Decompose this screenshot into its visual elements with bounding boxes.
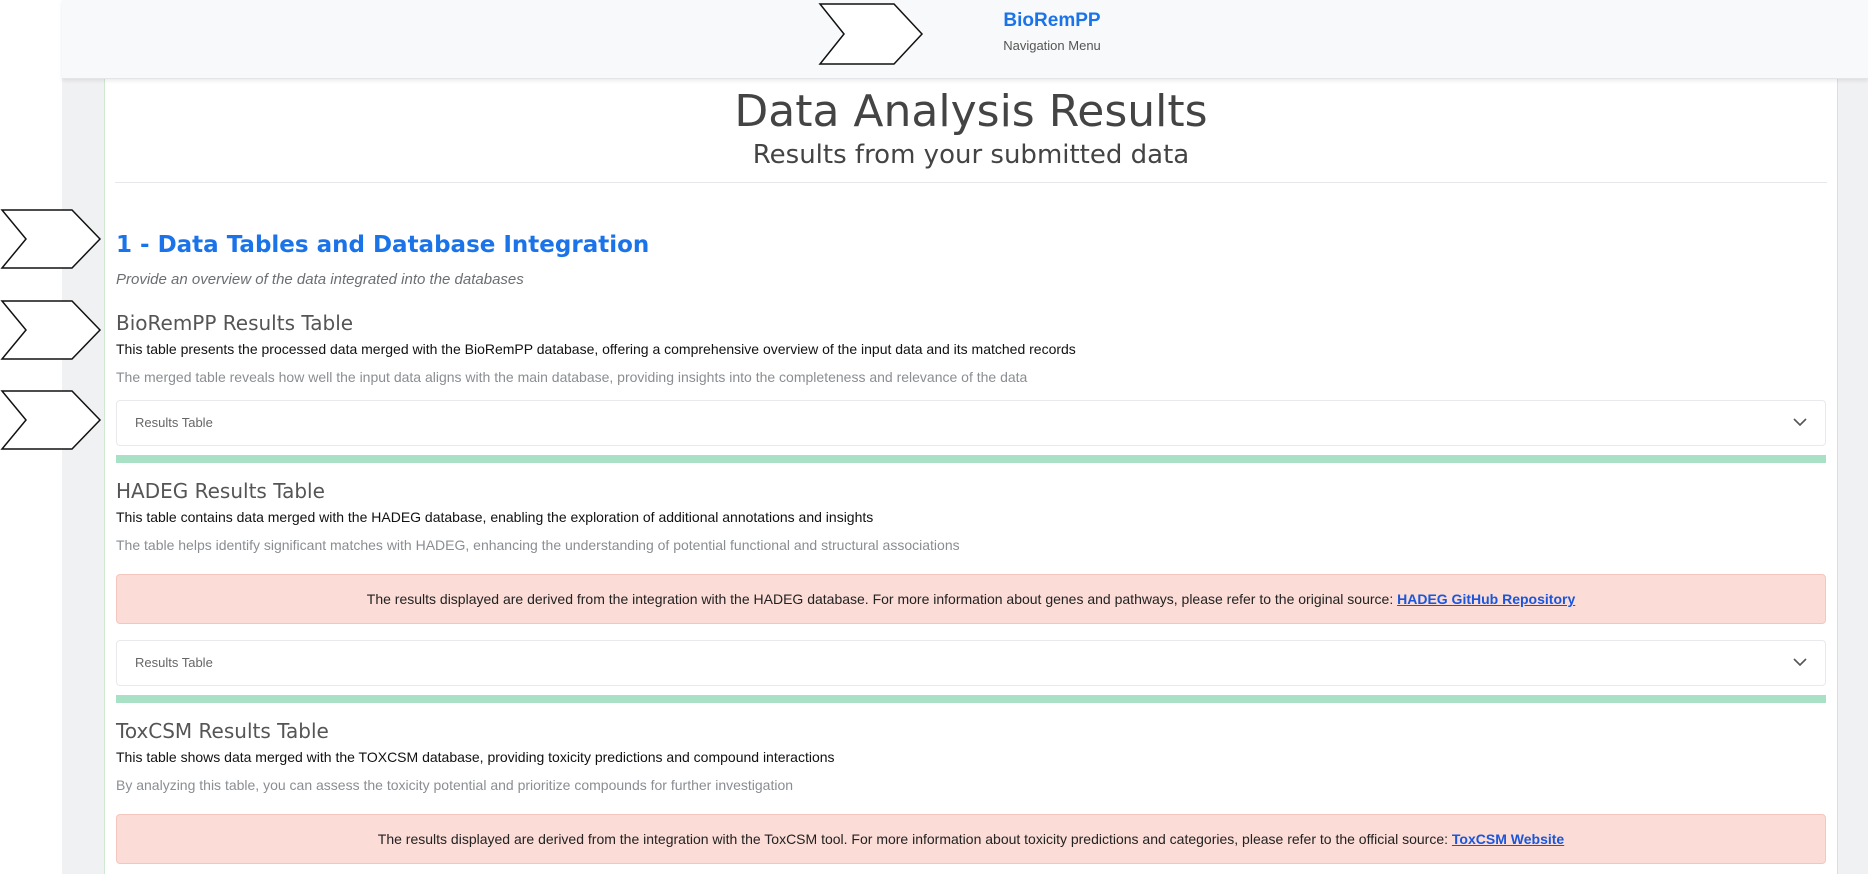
content-card: Data Analysis Results Results from your …: [104, 78, 1838, 874]
navbar-brand[interactable]: BioRemPP Navigation Menu: [942, 9, 1162, 55]
navbar: BioRemPP Navigation Menu: [62, 0, 1868, 79]
toxcsm-table-note: By analyzing this table, you can assess …: [116, 777, 794, 793]
callout-arrow-3: [0, 300, 102, 360]
navigation-menu-label[interactable]: Navigation Menu: [942, 37, 1162, 55]
section-description: Provide an overview of the data integrat…: [116, 271, 524, 288]
hadeg-table-description: This table contains data merged with the…: [116, 509, 874, 525]
hadeg-alert: The results displayed are derived from t…: [116, 574, 1826, 624]
section-heading: 1 - Data Tables and Database Integration: [116, 232, 650, 258]
callout-arrow-1: [818, 3, 924, 65]
page-title: Data Analysis Results: [734, 86, 1208, 137]
hadeg-results-accordion[interactable]: Results Table: [116, 640, 1826, 686]
biorempp-table-note: The merged table reveals how well the in…: [116, 369, 1028, 385]
chevron-down-icon[interactable]: [1791, 413, 1809, 431]
biorempp-table-title: BioRemPP Results Table: [116, 311, 354, 335]
chevron-down-icon[interactable]: [1791, 653, 1809, 671]
page-subtitle: Results from your submitted data: [752, 140, 1190, 170]
hadeg-alert-text: The results displayed are derived from t…: [366, 591, 1394, 607]
hadeg-table-title: HADEG Results Table: [116, 479, 325, 503]
toxcsm-table-title: ToxCSM Results Table: [116, 719, 329, 743]
title-divider: [115, 182, 1827, 183]
callout-arrow-4: [0, 390, 102, 450]
hadeg-table-note: The table helps identify significant mat…: [116, 537, 960, 553]
hadeg-github-link[interactable]: HADEG GitHub Repository: [1397, 591, 1575, 607]
biorempp-table-description: This table presents the processed data m…: [116, 341, 1076, 357]
brand-title[interactable]: BioRemPP: [942, 9, 1162, 33]
toxcsm-table-description: This table shows data merged with the TO…: [116, 749, 835, 765]
biorempp-results-accordion[interactable]: Results Table: [116, 400, 1826, 446]
toxcsm-alert: The results displayed are derived from t…: [116, 814, 1826, 864]
section-separator-bar: [116, 455, 1826, 463]
accordion-label: Results Table: [135, 655, 213, 670]
section-separator-bar: [116, 695, 1826, 703]
toxcsm-alert-text: The results displayed are derived from t…: [377, 831, 1449, 847]
accordion-label: Results Table: [135, 415, 213, 430]
callout-arrow-2: [0, 209, 102, 269]
toxcsm-website-link[interactable]: ToxCSM Website: [1452, 831, 1564, 847]
